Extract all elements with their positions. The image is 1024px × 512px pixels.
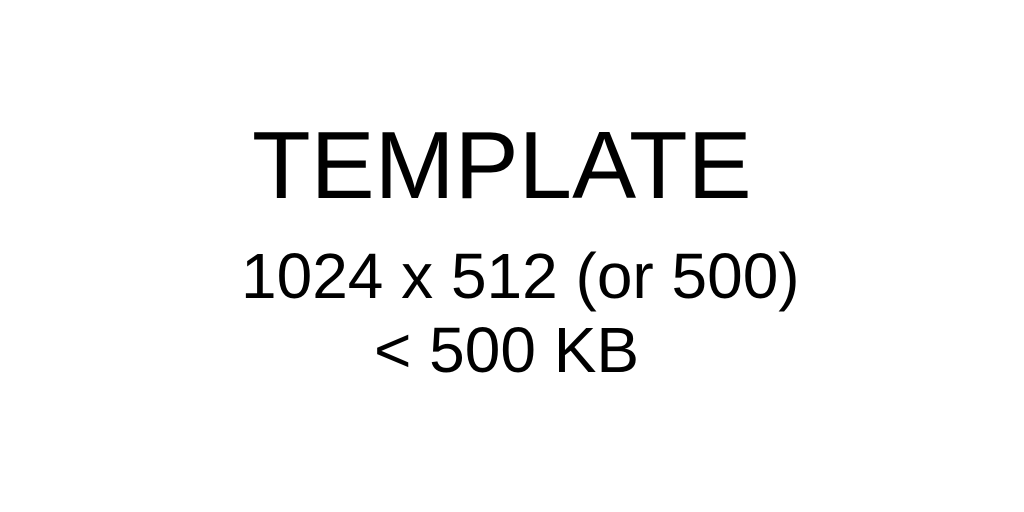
- template-title: TEMPLATE: [252, 112, 752, 219]
- dimensions-text: 1024 x 512 (or 500): [241, 240, 800, 312]
- max-size-text: < 500 KB: [374, 314, 640, 386]
- template-canvas: TEMPLATE 1024 x 512 (or 500) < 500 KB: [0, 0, 1024, 512]
